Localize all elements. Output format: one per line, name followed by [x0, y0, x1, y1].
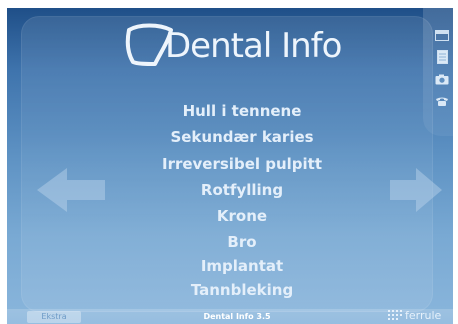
app-title: Dental Info: [165, 26, 342, 66]
version-label: Dental Info 3.5: [203, 312, 271, 321]
app-logo: Dental Info: [125, 20, 355, 72]
menu-item-rotfylling[interactable]: Rotfylling: [107, 181, 377, 199]
menu-item-bro[interactable]: Bro: [107, 233, 377, 251]
extra-button[interactable]: Ekstra: [27, 311, 81, 323]
menu-item-krone[interactable]: Krone: [107, 207, 377, 225]
dots-grid-icon: [388, 310, 402, 320]
menu-item-hull-i-tennene[interactable]: Hull i tennene: [107, 102, 377, 120]
app-screen: Dental Info Hull i tennene Sekundær kari…: [7, 8, 453, 324]
menu-item-sekundaer-karies[interactable]: Sekundær karies: [107, 128, 377, 146]
arrow-right-icon[interactable]: [390, 168, 442, 212]
menu-item-tannbleking[interactable]: Tannbleking: [107, 281, 377, 299]
menu-item-irreversibel-pulpitt[interactable]: Irreversibel pulpitt: [107, 155, 377, 173]
ferrule-logo: ferrule: [388, 306, 453, 324]
phone-icon[interactable]: [434, 94, 450, 108]
arrow-left-icon[interactable]: [37, 168, 105, 212]
window-icon[interactable]: [434, 28, 450, 42]
document-icon[interactable]: [434, 50, 450, 64]
camera-icon[interactable]: [434, 72, 450, 86]
menu-item-implantat[interactable]: Implantat: [107, 257, 377, 275]
brand-name: ferrule: [405, 308, 442, 322]
